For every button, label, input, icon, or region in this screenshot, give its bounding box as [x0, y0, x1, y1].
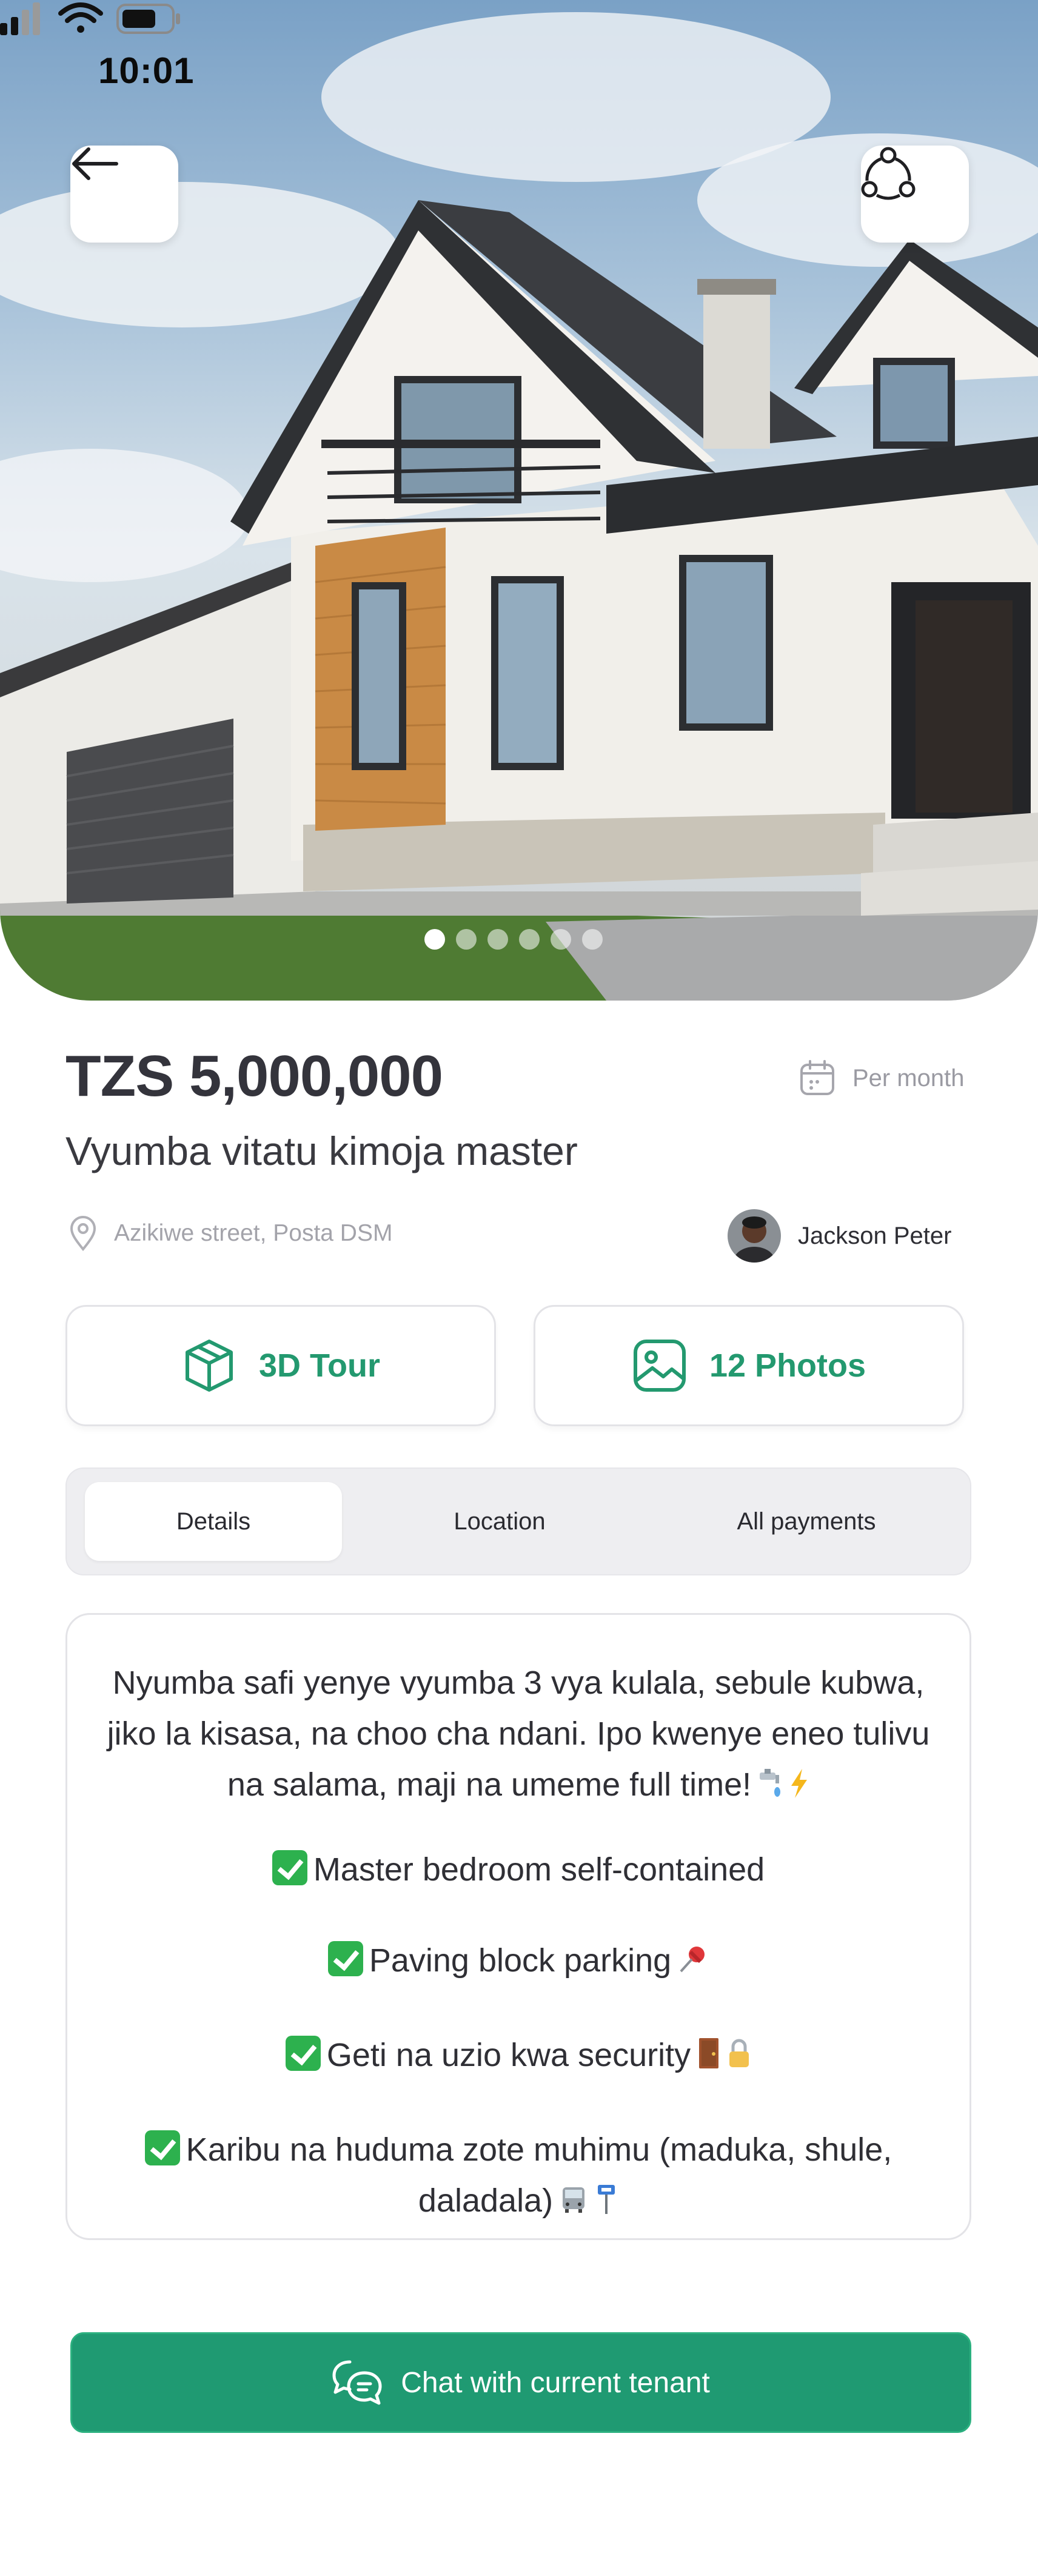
door-icon	[697, 2033, 721, 2084]
location-pin-icon	[70, 1216, 96, 1252]
pushpin-icon	[677, 1939, 709, 1990]
check-icon	[272, 1850, 307, 1885]
carousel-dot[interactable]	[456, 929, 477, 950]
status-time: 10:01	[98, 50, 195, 91]
cube-icon	[186, 1340, 233, 1392]
owner-name[interactable]: Jackson Peter	[798, 1223, 951, 1250]
period-label: Per month	[852, 1064, 965, 1092]
listing-price: TZS 5,000,000	[65, 1044, 443, 1109]
feature-item: Karibu na huduma zote muhimu (maduka, sh…	[104, 2124, 933, 2230]
chat-with-tenant-button[interactable]: Chat with current tenant	[70, 2332, 971, 2433]
back-button[interactable]	[70, 146, 178, 243]
description-card: Nyumba safi yenye vyumba 3 vya kulala, s…	[65, 1613, 971, 2240]
description-text: Nyumba safi yenye vyumba 3 vya kulala, s…	[104, 1657, 933, 1814]
3d-tour-label: 3D Tour	[259, 1347, 380, 1384]
arrow-left-icon	[72, 147, 118, 180]
location-label: Azikiwe street, Posta DSM	[114, 1220, 393, 1246]
chat-label: Chat with current tenant	[401, 2366, 710, 2399]
feature-label: Geti na uzio kwa security	[326, 2037, 691, 2073]
carousel-dots[interactable]	[424, 929, 603, 950]
avatar-image	[728, 1209, 781, 1263]
3d-tour-button[interactable]: 3D Tour	[65, 1305, 496, 1426]
photos-label: 12 Photos	[709, 1347, 866, 1384]
lightning-icon	[789, 1763, 809, 1814]
feature-label: Master bedroom self-contained	[313, 1851, 765, 1888]
carousel-dot[interactable]	[582, 929, 603, 950]
listing-title: Vyumba vitatu kimoja master	[65, 1129, 578, 1173]
feature-item: Geti na uzio kwa security	[104, 2030, 933, 2084]
signal-icon	[0, 2, 40, 35]
feature-label: Paving block parking	[369, 1942, 672, 1979]
tab-details[interactable]: Details	[85, 1482, 342, 1561]
photos-button[interactable]: 12 Photos	[534, 1305, 964, 1426]
share-icon	[861, 147, 916, 200]
battery-icon	[116, 4, 180, 34]
tab-all-payments[interactable]: All payments	[673, 1482, 940, 1561]
lock-icon	[727, 2033, 751, 2084]
status-icons	[0, 2, 180, 35]
bus-icon	[559, 2179, 588, 2230]
check-icon	[285, 2036, 321, 2071]
faucet-icon	[757, 1763, 783, 1814]
image-icon	[633, 1340, 686, 1392]
hero-image-carousel[interactable]: 10:01	[0, 0, 1038, 1001]
bus-stop-icon	[594, 2179, 618, 2230]
check-icon	[327, 1941, 363, 1976]
listing-location: Azikiwe street, Posta DSM	[68, 1215, 392, 1252]
feature-item: Paving block parking	[104, 1935, 933, 1990]
share-button[interactable]	[861, 146, 969, 243]
carousel-dot[interactable]	[551, 929, 571, 950]
calendar-icon	[800, 1060, 834, 1095]
feature-label: Karibu na huduma zote muhimu (maduka, sh…	[186, 2132, 892, 2219]
price-period: Per month	[798, 1059, 965, 1098]
detail-tabs: Details Location All payments	[65, 1467, 971, 1575]
chat-bubbles-icon	[332, 2360, 382, 2405]
carousel-dot[interactable]	[424, 929, 445, 950]
carousel-dot[interactable]	[487, 929, 508, 950]
owner-profile[interactable]: Jackson Peter	[728, 1209, 951, 1263]
wifi-icon	[58, 2, 103, 33]
avatar[interactable]	[728, 1209, 781, 1263]
check-icon	[144, 2130, 180, 2165]
feature-item: Master bedroom self-contained	[104, 1844, 933, 1895]
tab-location[interactable]: Location	[384, 1482, 615, 1561]
carousel-dot[interactable]	[519, 929, 540, 950]
